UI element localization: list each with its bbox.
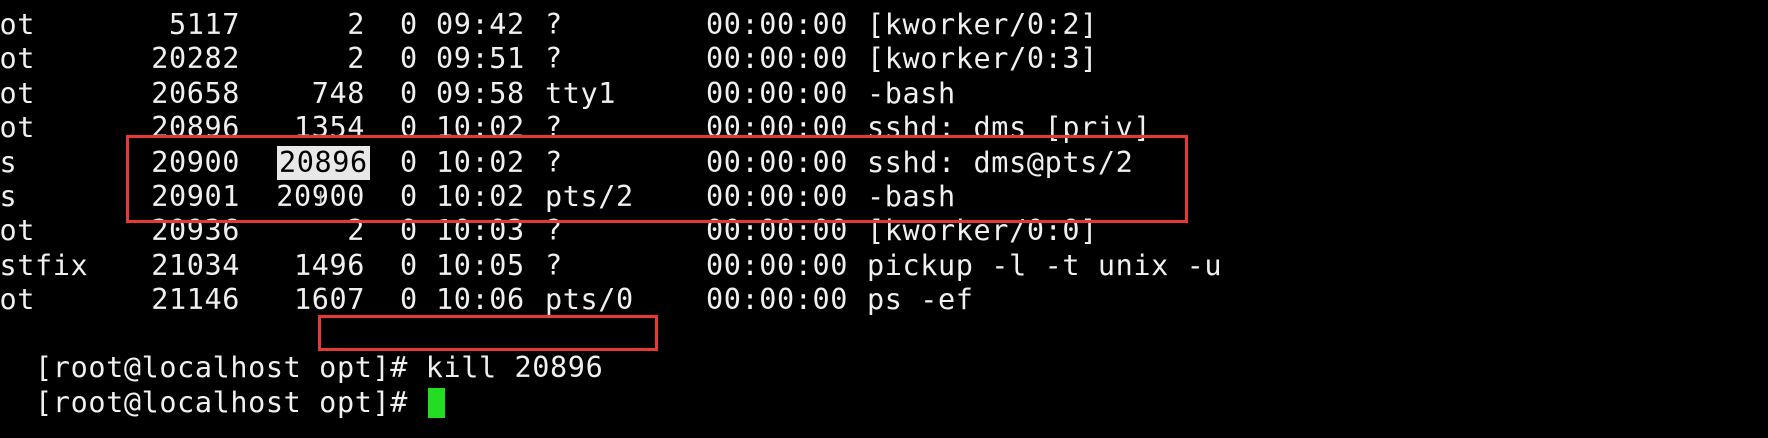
process-stime: 10:02 [436, 111, 525, 145]
process-pid: 20936 [151, 214, 240, 248]
process-tty: pts/0 [545, 283, 634, 317]
process-stime: 09:51 [436, 42, 525, 76]
process-tty: tty1 [545, 76, 617, 110]
process-pid: 20658 [151, 76, 240, 110]
process-tty: ? [545, 248, 563, 282]
process-cmd: sshd: dms [priv] [867, 111, 1152, 145]
process-uid: dms [0, 180, 18, 213]
process-c: 0 [400, 111, 418, 145]
process-ppid: 748 [311, 76, 365, 110]
process-pid: 20900 [151, 145, 240, 179]
prompt-line-kill: [root@localhost opt]# kill 20896 [0, 317, 603, 384]
process-time: 00:00:00 [706, 145, 849, 179]
process-stime: 10:05 [436, 248, 525, 282]
process-pid: 20901 [151, 180, 240, 213]
process-cmd: [kworker/0:2] [867, 8, 1098, 41]
process-time: 00:00:00 [706, 76, 849, 110]
process-pid: 21034 [151, 248, 240, 282]
process-pid: 21146 [151, 283, 240, 317]
process-c: 0 [400, 248, 418, 282]
process-c: 0 [400, 76, 418, 110]
process-c: 0 [400, 145, 418, 179]
process-pid: 5117 [168, 8, 240, 41]
process-uid: root [0, 214, 36, 248]
process-tty: ? [545, 8, 563, 41]
process-time: 00:00:00 [706, 214, 849, 248]
process-stime: 10:02 [436, 180, 525, 213]
prompt-line-current[interactable]: [root@localhost opt]# [0, 352, 445, 419]
process-time: 00:00:00 [706, 8, 849, 41]
terminal-cursor [427, 388, 445, 418]
process-time: 00:00:00 [706, 248, 849, 282]
process-cmd: ps -ef [867, 283, 974, 317]
process-uid: root [0, 42, 36, 76]
terminal-window[interactable]: root 5117 2 0 09:42? 00:00:00 [kworker/0:2] roo… [0, 0, 1768, 438]
process-time: 00:00:00 [706, 283, 849, 317]
process-uid: root [0, 8, 36, 41]
process-tty: pts/2 [545, 180, 634, 213]
process-time: 00:00:00 [706, 111, 849, 145]
process-c: 0 [400, 180, 418, 213]
process-uid: dms [0, 145, 18, 179]
process-c: 0 [400, 42, 418, 76]
process-uid: root [0, 76, 36, 110]
process-stime: 10:06 [436, 283, 525, 317]
process-pid: 20896 [151, 111, 240, 145]
process-ppid: 1496 [293, 248, 365, 282]
process-ppid: 20900 [276, 180, 365, 213]
process-ppid: 2 [347, 214, 365, 248]
process-ppid: 2 [347, 8, 365, 41]
process-uid: postfix [0, 248, 89, 282]
process-tty: ? [545, 111, 563, 145]
process-stime: 10:03 [436, 214, 525, 248]
shell-command-input[interactable] [408, 386, 426, 419]
process-cmd: [kworker/0:0] [867, 214, 1098, 248]
process-time: 00:00:00 [706, 180, 849, 213]
process-cmd: -bash [867, 76, 956, 110]
process-uid: root [0, 283, 36, 317]
process-cmd: sshd: dms@pts/2 [867, 145, 1134, 179]
process-pid: 20282 [151, 42, 240, 76]
process-tty: ? [545, 214, 563, 248]
process-stime: 10:02 [436, 145, 525, 179]
process-c: 0 [400, 283, 418, 317]
process-c: 0 [400, 214, 418, 248]
process-ppid: 1354 [293, 111, 365, 145]
process-time: 00:00:00 [706, 42, 849, 76]
process-c: 0 [400, 8, 418, 41]
process-stime: 09:58 [436, 76, 525, 110]
process-tty: ? [545, 145, 563, 179]
shell-prompt: [root@localhost opt]# [35, 386, 408, 419]
process-cmd: pickup -l -t unix -u [867, 248, 1223, 282]
process-ppid: 1607 [293, 283, 365, 317]
mouse-ibeam-icon: I [318, 188, 324, 209]
process-tty: ? [545, 42, 563, 76]
process-cmd: [kworker/0:3] [867, 42, 1098, 76]
process-ppid: 20896 [277, 145, 370, 180]
process-cmd: -bash [867, 180, 956, 213]
process-stime: 09:42 [436, 8, 525, 41]
process-uid: root [0, 111, 36, 145]
process-ppid: 2 [347, 42, 365, 76]
